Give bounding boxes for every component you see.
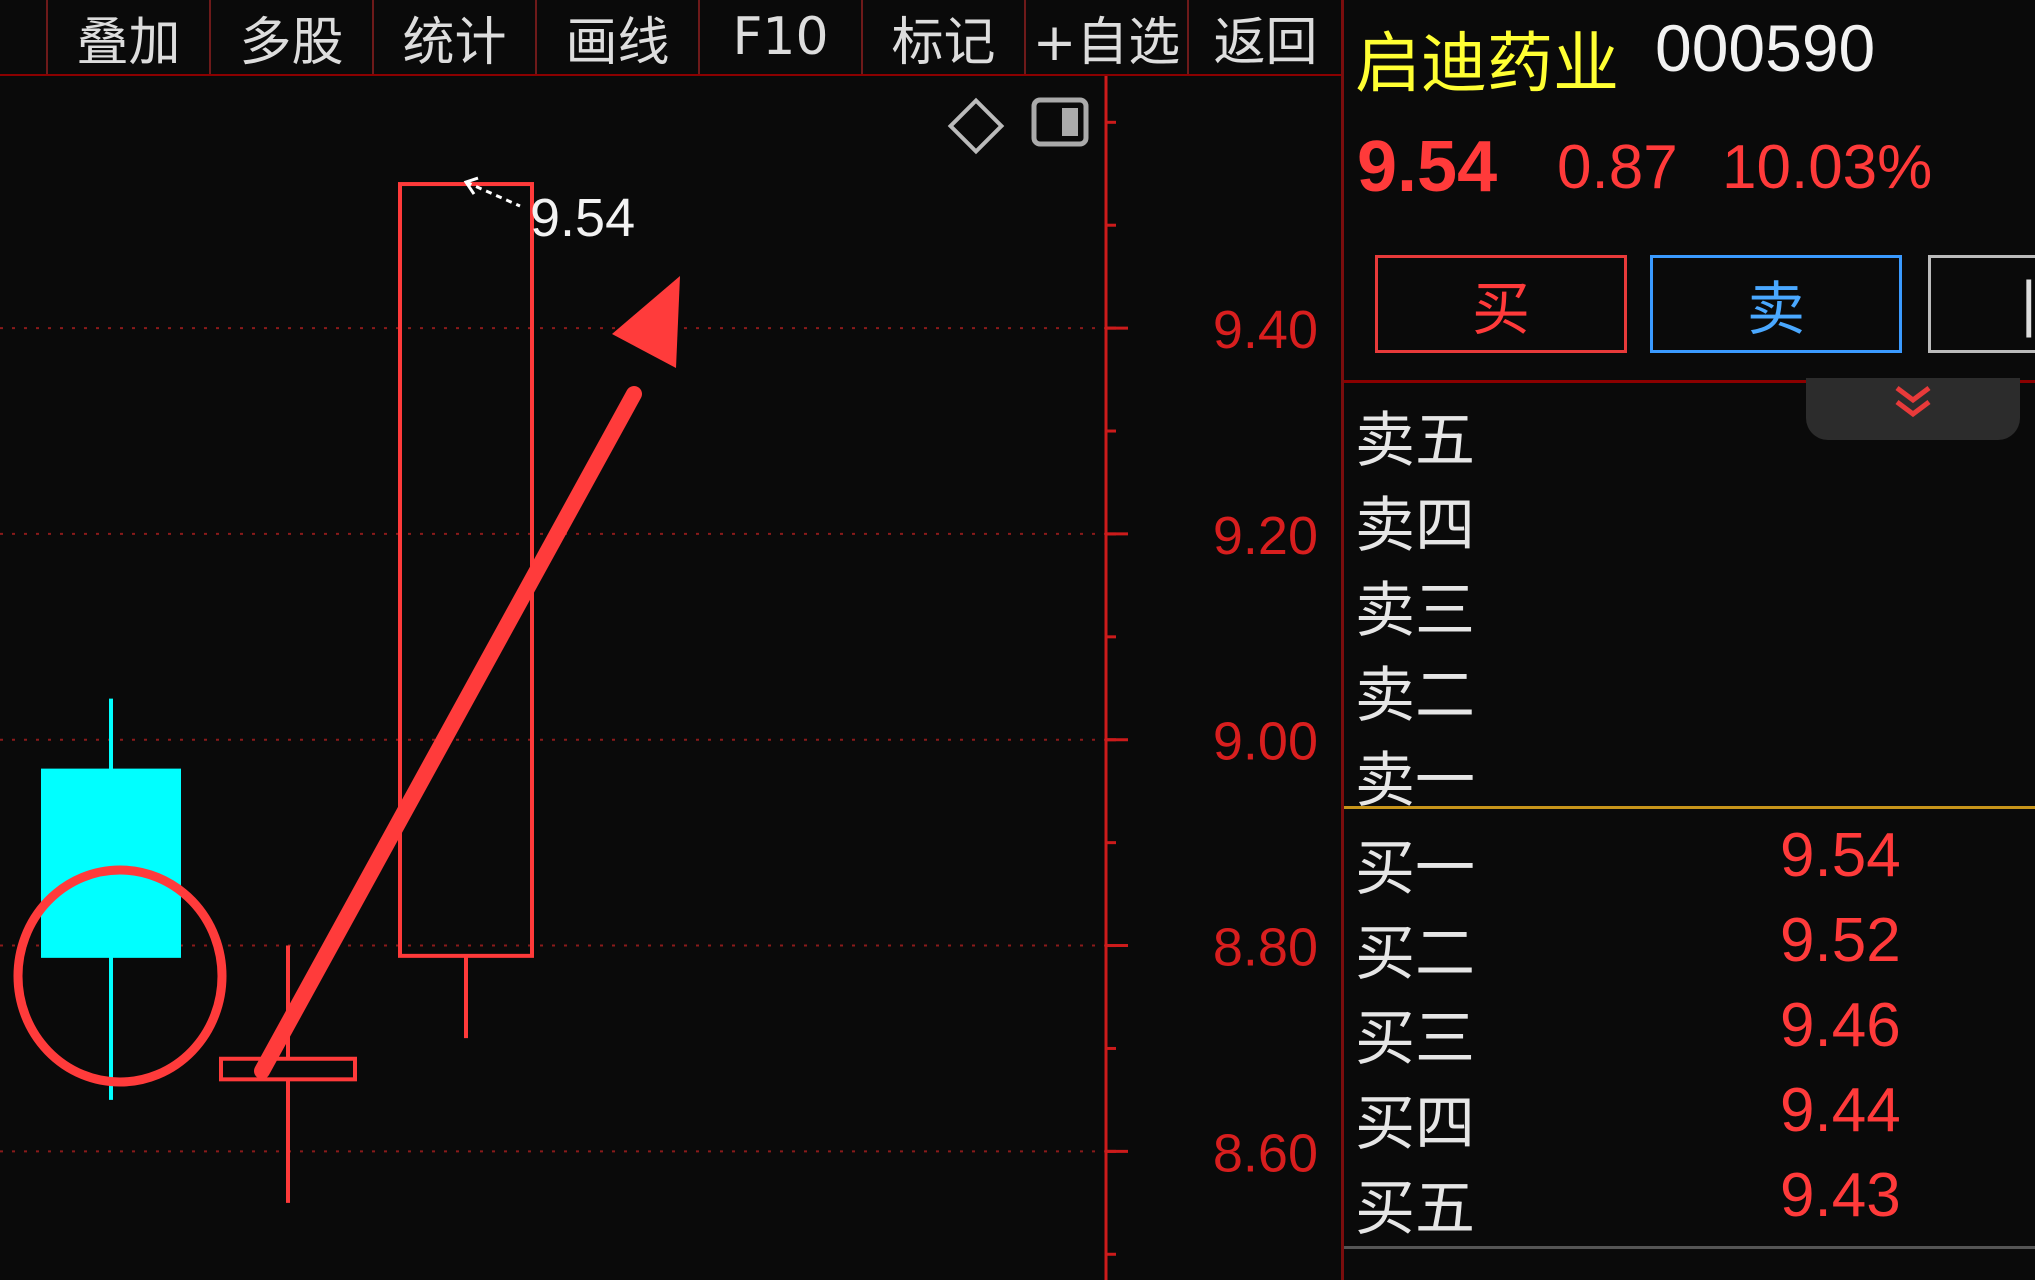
bid-row-1: 买一 9.54 [1355,820,2035,904]
bid-label: 买四 [1355,1089,1475,1159]
bid-price: 9.52 [1780,906,1901,975]
mark-button[interactable]: 标记 [863,0,1026,74]
bottom-divider [1344,1246,2035,1249]
stock-code: 000590 [1655,11,1876,85]
more-trade-button[interactable]: | [1928,255,2035,353]
statistics-button[interactable]: 统计 [374,0,537,74]
price-change: 0.87 [1557,133,1678,202]
ask-label: 卖三 [1355,576,1475,646]
sell-button[interactable]: 卖 [1650,255,1902,353]
multi-stock-button[interactable]: 多股 [211,0,374,74]
draw-line-button[interactable]: 画线 [537,0,700,74]
ask-row-1: 卖一 [1355,732,2035,816]
price-change-percent: 10.03% [1722,133,1933,202]
more-trade-partial-glyph: | [2019,270,2035,338]
y-tick-label: 9.40 [1213,300,1318,360]
ask-row-3: 卖三 [1355,562,2035,646]
chart-toolbar: 叠加 多股 统计 画线 F10 标记 +自选 返回 [0,0,1343,76]
add-watchlist-button[interactable]: +自选 [1026,0,1189,74]
max-price-label: 9.54 [530,188,635,248]
ask-label: 卖四 [1355,491,1475,561]
bid-row-5: 买五 9.43 [1355,1160,2035,1244]
candlestick-chart[interactable]: 9.40 9.20 9.00 8.80 8.60 9.54 [0,76,1343,1280]
bid-label: 买五 [1355,1174,1475,1244]
bid-price: 9.54 [1780,821,1901,890]
bid-row-3: 买三 9.46 [1355,990,2035,1074]
bid-label: 买一 [1355,834,1475,904]
diamond-icon[interactable] [947,97,1005,155]
bid-ask-divider [1344,806,2035,809]
panel-toggle-icon[interactable] [1031,97,1089,147]
f10-button[interactable]: F10 [700,0,863,74]
bid-price: 9.43 [1780,1161,1901,1230]
ask-row-2: 卖二 [1355,647,2035,731]
back-button[interactable]: 返回 [1189,0,1342,74]
y-tick-label: 9.00 [1213,712,1318,772]
bid-row-2: 买二 9.52 [1355,905,2035,989]
candle-body[interactable] [398,182,534,958]
bid-price: 9.44 [1780,1076,1901,1145]
panel-divider [1341,0,1344,1280]
bid-row-4: 买四 9.44 [1355,1075,2035,1159]
candle-body[interactable] [41,768,181,958]
candle-body[interactable] [219,1056,357,1082]
y-tick-label: 8.60 [1213,1123,1318,1183]
bid-label: 买三 [1355,1004,1475,1074]
ask-label: 卖五 [1355,406,1475,476]
trend-arrow-head [612,276,680,368]
y-tick-label: 8.80 [1213,918,1318,978]
bid-price: 9.46 [1780,991,1901,1060]
toolbar-partial-button[interactable] [0,0,48,74]
buy-button[interactable]: 买 [1375,255,1627,353]
current-price: 9.54 [1357,127,1498,207]
trend-arrow-shaft [254,386,642,1079]
ask-row-4: 卖四 [1355,477,2035,561]
y-tick-label: 9.20 [1213,506,1318,566]
stock-name: 启迪药业 [1355,25,1619,102]
ask-row-5: 卖五 [1355,392,2035,476]
bid-label: 买二 [1355,919,1475,989]
overlay-button[interactable]: 叠加 [48,0,211,74]
ask-label: 卖二 [1355,661,1475,731]
